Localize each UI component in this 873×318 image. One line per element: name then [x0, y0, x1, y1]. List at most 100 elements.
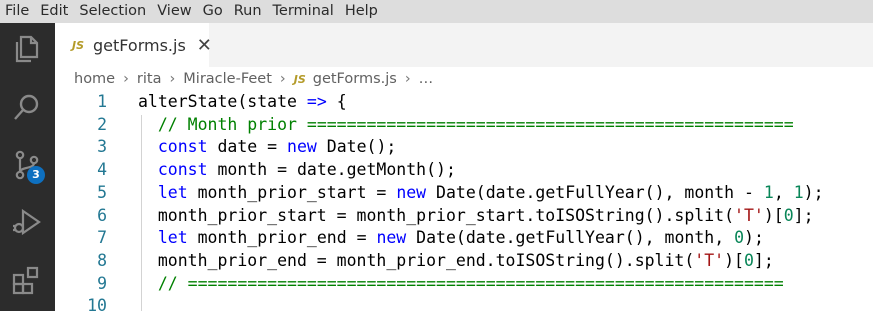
code-token: const: [157, 160, 208, 180]
code-text: let month_prior_start = new Date(date.ge…: [138, 182, 824, 205]
tab-getforms[interactable]: JS getForms.js ✕: [55, 23, 212, 67]
menu-view[interactable]: View: [152, 0, 197, 23]
code-token: 0: [743, 250, 754, 270]
code-editor[interactable]: 1 alterState(state => {2 // Month prior =…: [55, 91, 873, 315]
code-token: =>: [306, 92, 327, 111]
code-token: new: [287, 137, 317, 157]
chevron-right-icon: ›: [169, 71, 176, 87]
code-line[interactable]: 1 alterState(state => {: [55, 91, 873, 114]
menu-edit[interactable]: Edit: [35, 0, 74, 23]
code-token: let: [157, 228, 188, 248]
line-number: 3: [97, 137, 107, 157]
extensions-icon[interactable]: [11, 264, 43, 296]
breadcrumb-home[interactable]: home: [55, 71, 115, 87]
line-number: 7: [97, 228, 107, 248]
code-line[interactable]: 7 let month_prior_end = new Date(date.ge…: [55, 227, 873, 250]
javascript-file-icon: JS: [293, 72, 306, 86]
javascript-file-icon: JS: [72, 38, 85, 52]
code-token: 'T': [734, 205, 764, 225]
source-control-badge: 3: [27, 166, 45, 184]
code-token: 1: [793, 182, 804, 202]
line-number: 4: [97, 160, 107, 180]
code-text: month_prior_end = month_prior_end.toISOS…: [138, 250, 774, 273]
code-token: ,: [773, 182, 794, 202]
menu-go[interactable]: Go: [198, 0, 229, 23]
menu-selection[interactable]: Selection: [74, 0, 152, 23]
code-line[interactable]: 2 // Month prior =======================…: [55, 114, 873, 137]
tab-bar: JS getForms.js ✕: [55, 23, 873, 67]
activity-bar: 3: [0, 23, 55, 311]
code-text: let month_prior_end = new Date(date.getF…: [138, 227, 764, 250]
breadcrumb-ellipsis[interactable]: …: [411, 71, 434, 87]
code-line[interactable]: 9 // ===================================…: [55, 273, 873, 296]
code-token: Date(date.getFullYear(), month,: [406, 228, 735, 248]
code-line[interactable]: 4 const month = date.getMonth();: [55, 159, 873, 182]
line-number: 2: [97, 114, 107, 134]
code-token: month_prior_start = month_prior_start.to…: [138, 205, 735, 225]
line-number: 1: [97, 92, 107, 111]
code-token: let: [157, 182, 188, 202]
line-number: 8: [97, 250, 107, 270]
code-token: 0: [783, 205, 794, 225]
code-line[interactable]: 10: [55, 295, 873, 318]
code-token: 'T': [694, 250, 725, 270]
code-line[interactable]: 3 const date = new Date();: [55, 136, 873, 159]
code-token: date =: [207, 137, 288, 157]
code-token: );: [744, 228, 764, 248]
chevron-right-icon: ›: [404, 71, 411, 87]
search-icon[interactable]: [11, 91, 43, 123]
menu-help[interactable]: Help: [340, 0, 384, 23]
code-line[interactable]: 5 let month_prior_start = new Date(date.…: [55, 182, 873, 205]
menu-run[interactable]: Run: [229, 0, 268, 23]
line-number: 6: [97, 205, 107, 225]
line-number: 10: [87, 296, 107, 316]
code-token: // Month prior =========================…: [157, 114, 794, 134]
menu-file[interactable]: File: [0, 0, 35, 23]
code-token: month_prior_end = month_prior_end.toISOS…: [138, 250, 695, 270]
menu-bar: File Edit Selection View Go Run Terminal…: [0, 0, 873, 23]
code-token: month_prior_start =: [187, 182, 397, 202]
code-line[interactable]: 6 month_prior_start = month_prior_start.…: [55, 205, 873, 228]
code-token: Date(date.getFullYear(), month -: [426, 182, 764, 202]
breadcrumb-rita[interactable]: rita: [129, 71, 162, 87]
code-token: )[: [724, 250, 744, 270]
code-token: month = date.getMonth();: [207, 160, 456, 180]
code-token: );: [803, 182, 824, 202]
breadcrumb: home › rita › Miracle-Feet › JS getForms…: [55, 67, 873, 91]
code-token: const: [157, 137, 208, 157]
menu-terminal[interactable]: Terminal: [268, 0, 340, 23]
breadcrumb-miracle-feet[interactable]: Miracle-Feet: [175, 71, 272, 87]
code-line[interactable]: 8 month_prior_end = month_prior_end.toIS…: [55, 250, 873, 273]
code-token: ];: [793, 205, 814, 225]
code-token: alterState(state: [138, 92, 307, 111]
code-token: 0: [734, 228, 745, 248]
code-text: // =====================================…: [138, 273, 784, 296]
code-text: alterState(state => {: [138, 91, 347, 114]
code-token: Date();: [316, 137, 397, 157]
code-text: const month = date.getMonth();: [138, 159, 456, 182]
tab-label: getForms.js: [93, 35, 186, 55]
close-icon[interactable]: ✕: [197, 35, 212, 56]
chevron-right-icon: ›: [123, 71, 129, 87]
code-token: new: [396, 182, 427, 202]
code-token: ];: [753, 250, 774, 270]
run-debug-icon[interactable]: [11, 206, 43, 238]
code-token: // =====================================…: [157, 273, 784, 293]
line-number: 9: [97, 273, 107, 293]
code-token: month_prior_end =: [187, 228, 377, 248]
breadcrumb-file[interactable]: getForms.js: [306, 71, 397, 87]
code-token: )[: [763, 205, 784, 225]
code-token: 1: [763, 182, 774, 202]
code-token: {: [326, 92, 347, 111]
chevron-right-icon: ›: [279, 71, 286, 87]
line-number: 5: [97, 182, 107, 202]
explorer-icon[interactable]: [11, 33, 43, 65]
code-text: const date = new Date();: [138, 136, 396, 159]
code-text: month_prior_start = month_prior_start.to…: [138, 205, 814, 228]
